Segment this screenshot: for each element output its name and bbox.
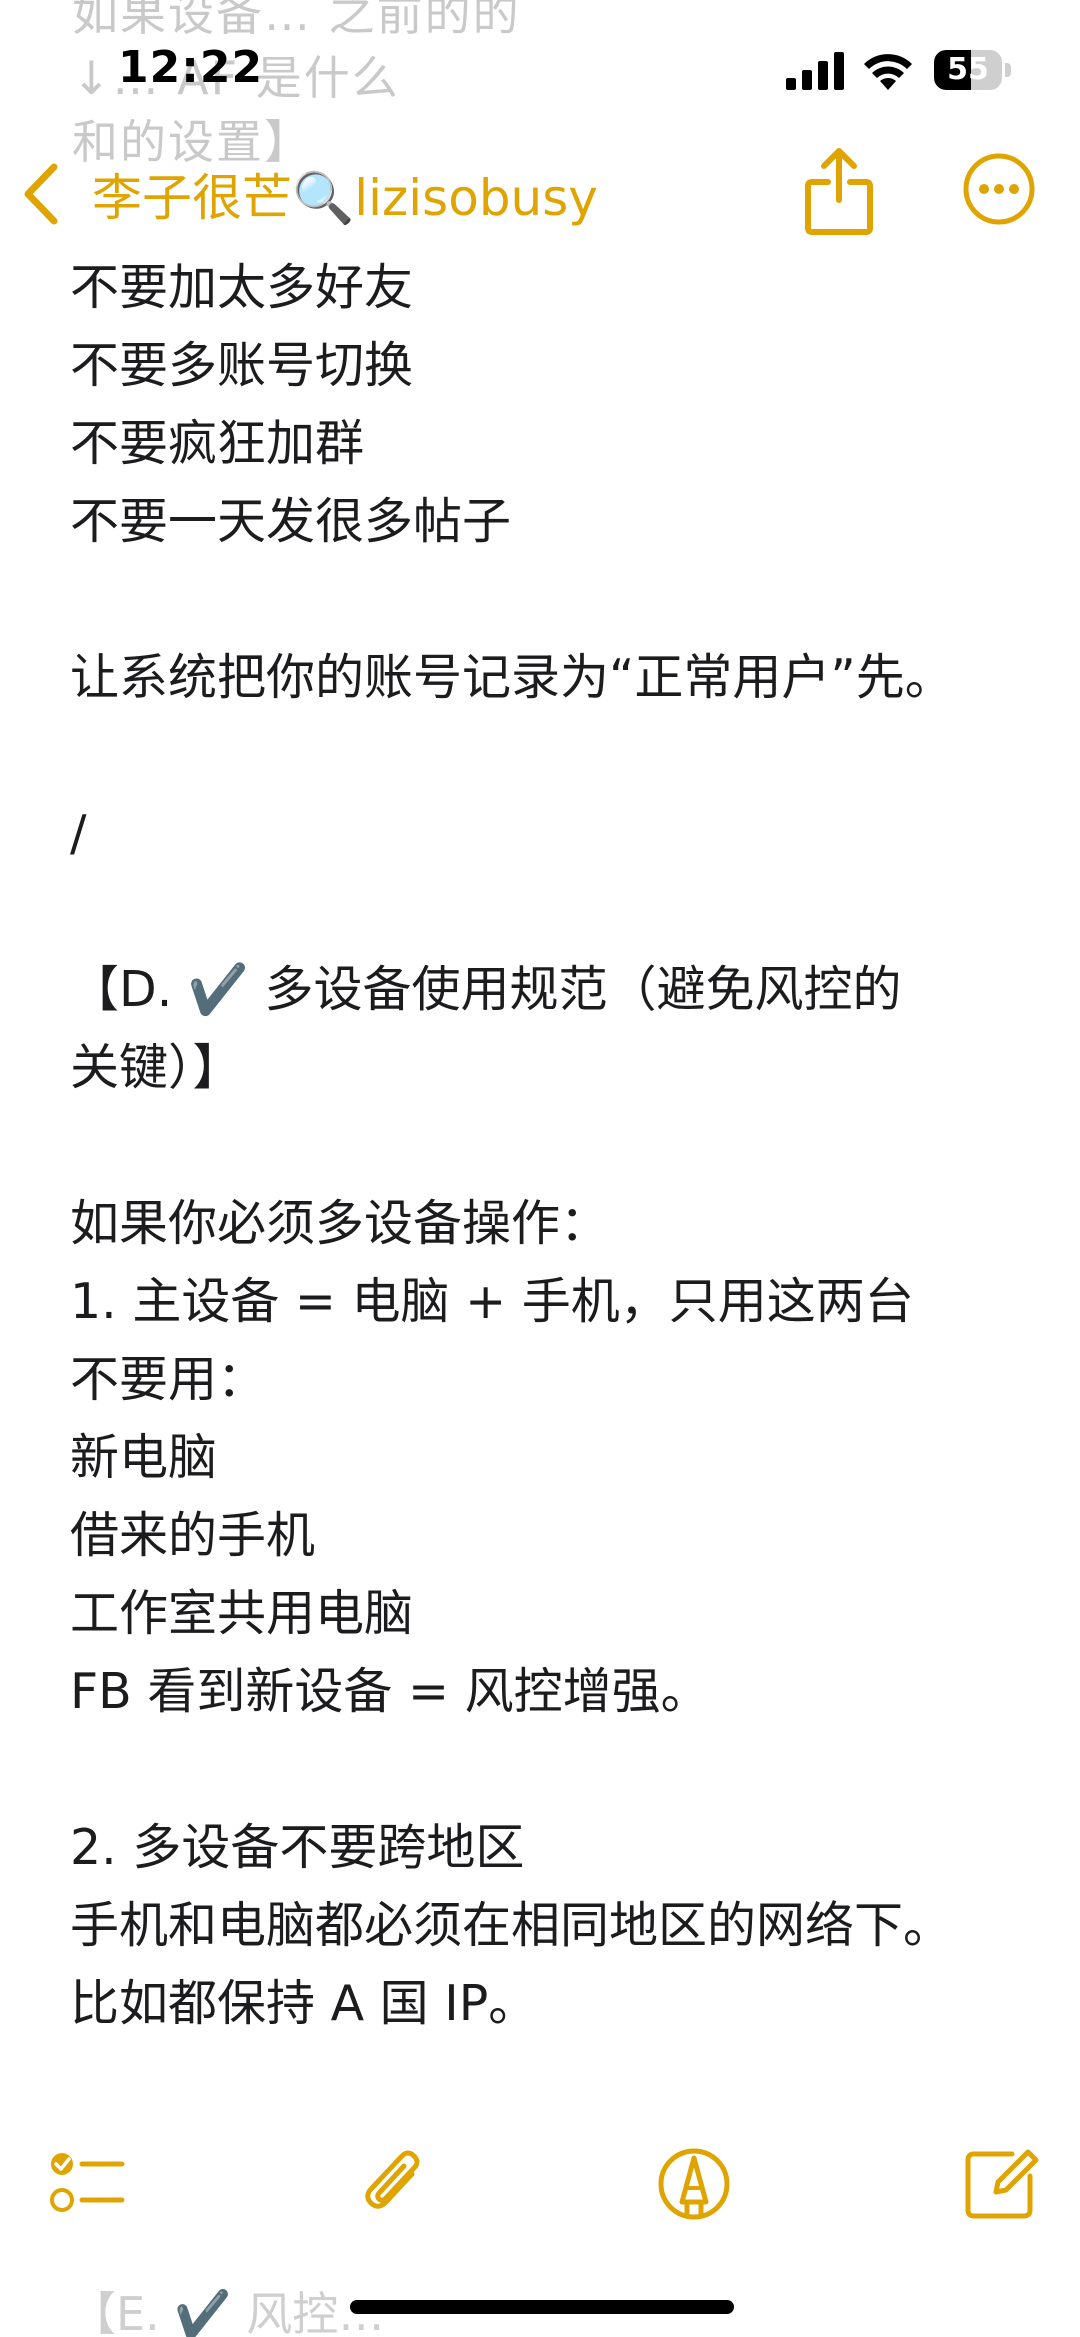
compose-button[interactable]: [960, 2144, 1040, 2224]
note-line: FB 看到新设备 = 风控增强。: [70, 1663, 710, 1720]
note-line: [70, 1744, 1040, 1796]
bottom-toolbar: [0, 2130, 1080, 2230]
checklist-button[interactable]: [48, 2144, 128, 2224]
status-bar: 如果设备… 之前的的 ↓… AF 是什么 和的设置】 12:22 55: [0, 0, 1080, 169]
note-line: 不要多账号切换: [70, 337, 414, 394]
note-line: 【D. ✔️ 多设备使用规范（避免风控的: [70, 961, 902, 1018]
note-line: 不要加太多好友: [70, 259, 414, 316]
paperclip-icon: [365, 2150, 420, 2209]
status-time: 12:22: [118, 42, 264, 93]
note-line: [70, 886, 1040, 938]
note-text-area[interactable]: 不要加太多好友 不要多账号切换 不要疯狂加群不要一天发很多帖子让系统把你的账号记录为…: [70, 262, 1040, 2056]
note-line: 1. 主设备 = 电脑 + 手机，只用这两台: [70, 1273, 914, 1330]
note-line: 借来的手机: [70, 1507, 316, 1564]
markup-pen-icon: [658, 2148, 730, 2220]
note-line: 比如都保持 A 国 IP。: [70, 1975, 538, 2032]
note-line: 如果你必须多设备操作：: [70, 1195, 610, 1252]
home-indicator[interactable]: [350, 2300, 734, 2314]
note-line: 不要一天发很多帖子: [70, 493, 512, 550]
wifi-icon: [864, 54, 912, 90]
more-icon[interactable]: [962, 152, 1036, 226]
scrolled-bottom-text: 【E. ✔️ 风控…: [70, 2287, 385, 2337]
battery-level: 55: [947, 52, 989, 87]
back-button[interactable]: 李子很芒🔍lizisobusy: [18, 154, 598, 234]
compose-icon: [965, 2149, 1039, 2219]
note-line: [70, 1120, 1040, 1172]
note-line: 关键）】: [70, 1039, 242, 1096]
checklist-icon: [50, 2153, 125, 2212]
share-icon[interactable]: [804, 146, 874, 236]
note-line: 2. 多设备不要跨地区: [70, 1819, 525, 1876]
battery-icon: 55: [934, 50, 1002, 90]
note-line: /: [70, 805, 87, 862]
nav-bar: 李子很芒🔍lizisobusy: [0, 140, 1080, 250]
note-line: [70, 574, 1040, 626]
battery-tip: [1005, 63, 1011, 77]
note-line: 不要疯狂加群: [70, 415, 365, 472]
note-line: 工作室共用电脑: [70, 1585, 414, 1642]
note-line: 手机和电脑都必须在相同地区的网络下。: [70, 1897, 953, 1954]
note-line: 不要用：: [70, 1351, 267, 1408]
attach-button[interactable]: [356, 2144, 436, 2224]
note-line: [70, 730, 1040, 782]
markup-button[interactable]: [654, 2144, 734, 2224]
chevron-left-icon: [24, 163, 58, 225]
back-label: 李子很芒🔍lizisobusy: [92, 169, 598, 227]
note-line: 让系统把你的账号记录为“正常用户”先。: [70, 649, 954, 706]
battery-indicator: 55: [934, 50, 1014, 90]
note-line: 新电脑: [70, 1429, 218, 1486]
cellular-signal-icon: [786, 52, 844, 90]
